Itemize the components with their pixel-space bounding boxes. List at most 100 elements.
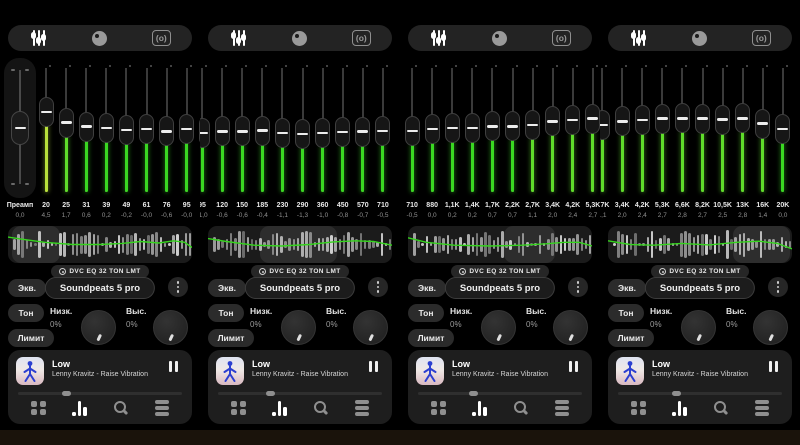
pause-button[interactable] [169, 361, 179, 372]
spectrum-seekbar[interactable] [208, 226, 392, 263]
output-device-selector[interactable]: Soundpeats 5 pro [445, 277, 555, 299]
equalizer-toggle-button[interactable]: Экв. [8, 279, 46, 297]
spectrum-seekbar[interactable] [408, 226, 592, 263]
eq-band-slider-710[interactable]: 710-0,5 [373, 56, 393, 226]
tab-volume-room[interactable]: (o) [331, 25, 392, 51]
overflow-menu-button[interactable] [168, 277, 188, 297]
band-slider-thumb[interactable] [315, 118, 330, 148]
limit-toggle-button[interactable]: Лимит [608, 329, 654, 347]
progress-bar[interactable] [418, 392, 582, 395]
album-art[interactable] [616, 357, 644, 385]
nav-queue-list-button[interactable] [751, 398, 773, 418]
pause-button[interactable] [769, 361, 779, 372]
eq-band-slider-450[interactable]: 450-0,8 [333, 56, 353, 226]
limit-toggle-button[interactable]: Лимит [8, 329, 54, 347]
nav-equalizer-button[interactable] [469, 398, 491, 418]
tone-toggle-button[interactable]: Тон [608, 304, 644, 322]
band-slider-thumb[interactable] [775, 114, 790, 144]
band-slider-thumb[interactable] [565, 105, 580, 135]
band-slider-thumb[interactable] [200, 118, 210, 148]
band-slider-thumb[interactable] [635, 105, 650, 135]
treble-knob[interactable] [753, 310, 788, 345]
treble-knob[interactable] [553, 310, 588, 345]
eq-band-slider-2,7K[interactable]: 2,7K1,1 [523, 56, 543, 226]
eq-band-slider-4,2K[interactable]: 4,2K2,4 [632, 56, 652, 226]
progress-thumb[interactable] [672, 391, 681, 396]
eq-band-slider-39[interactable]: 390,2 [96, 56, 116, 226]
nav-search-button[interactable] [510, 398, 532, 418]
bass-knob[interactable] [281, 310, 316, 345]
band-slider-thumb[interactable] [755, 109, 770, 139]
tab-tone[interactable] [269, 25, 330, 51]
progress-bar[interactable] [218, 392, 382, 395]
eq-band-slider-61[interactable]: 61-0,0 [136, 56, 156, 226]
nav-queue-list-button[interactable] [551, 398, 573, 418]
eq-band-slider-4,2K[interactable]: 4,2K2,4 [563, 56, 583, 226]
eq-band-slider-230[interactable]: 230-1,1 [272, 56, 292, 226]
tab-tone[interactable] [69, 25, 130, 51]
treble-knob[interactable] [353, 310, 388, 345]
band-slider-thumb[interactable] [545, 106, 560, 136]
eq-band-slider-8,2K[interactable]: 8,2K2,7 [692, 56, 712, 226]
nav-search-button[interactable] [710, 398, 732, 418]
band-slider-thumb[interactable] [255, 116, 270, 146]
band-slider-thumb[interactable] [485, 111, 500, 141]
output-device-selector[interactable]: Soundpeats 5 pro [45, 277, 155, 299]
band-slider-thumb[interactable] [99, 113, 114, 143]
band-slider-thumb[interactable] [39, 97, 54, 127]
band-slider-thumb[interactable] [425, 114, 440, 144]
nav-library-grid-button[interactable] [228, 398, 250, 418]
eq-band-slider-20[interactable]: 204,5 [36, 56, 56, 226]
preamp-thumb[interactable] [11, 111, 29, 145]
band-slider-thumb[interactable] [585, 104, 600, 134]
eq-band-slider-76[interactable]: 76-0,6 [157, 56, 177, 226]
band-slider-thumb[interactable] [525, 110, 540, 140]
band-slider-thumb[interactable] [695, 104, 710, 134]
overflow-menu-button[interactable] [768, 277, 788, 297]
eq-band-slider-880[interactable]: 8800,0 [422, 56, 442, 226]
nav-library-grid-button[interactable] [428, 398, 450, 418]
band-slider-thumb[interactable] [275, 118, 290, 148]
band-slider-thumb[interactable] [405, 116, 420, 146]
limit-toggle-button[interactable]: Лимит [408, 329, 454, 347]
output-device-selector[interactable]: Soundpeats 5 pro [645, 277, 755, 299]
nav-library-grid-button[interactable] [28, 398, 50, 418]
pause-button[interactable] [569, 361, 579, 372]
tab-equalizer[interactable] [608, 25, 669, 51]
eq-band-slider-49[interactable]: 49-0,2 [116, 56, 136, 226]
eq-band-slider-710[interactable]: 710-0,5 [402, 56, 422, 226]
equalizer-toggle-button[interactable]: Экв. [608, 279, 646, 297]
album-art[interactable] [16, 357, 44, 385]
nav-queue-list-button[interactable] [151, 398, 173, 418]
band-slider-thumb[interactable] [445, 113, 460, 143]
eq-band-slider-3,4K[interactable]: 3,4K2,0 [543, 56, 563, 226]
eq-band-slider-25[interactable]: 251,7 [56, 56, 76, 226]
preamp-slider[interactable] [4, 58, 36, 198]
eq-band-slider-360[interactable]: 360-1,0 [313, 56, 333, 226]
eq-band-slider-3,4K[interactable]: 3,4K2,0 [612, 56, 632, 226]
band-slider-thumb[interactable] [735, 103, 750, 133]
pause-button[interactable] [369, 361, 379, 372]
bass-knob[interactable] [81, 310, 116, 345]
band-slider-thumb[interactable] [179, 114, 194, 144]
tab-tone[interactable] [469, 25, 530, 51]
eq-band-slider-5,3K[interactable]: 5,3K2,7 [652, 56, 672, 226]
eq-band-slider-6,6K[interactable]: 6,6K2,8 [672, 56, 692, 226]
treble-knob[interactable] [153, 310, 188, 345]
eq-band-slider-1,4K[interactable]: 1,4K0,2 [462, 56, 482, 226]
overflow-menu-button[interactable] [368, 277, 388, 297]
album-art[interactable] [416, 357, 444, 385]
equalizer-toggle-button[interactable]: Экв. [208, 279, 246, 297]
eq-band-slider-20K[interactable]: 20K0,0 [773, 56, 793, 226]
progress-bar[interactable] [618, 392, 782, 395]
band-slider-thumb[interactable] [600, 110, 610, 140]
limit-toggle-button[interactable]: Лимит [208, 329, 254, 347]
eq-band-slider-95[interactable]: 95-0,0 [177, 56, 197, 226]
band-slider-thumb[interactable] [375, 116, 390, 146]
band-slider-thumb[interactable] [505, 111, 520, 141]
tone-toggle-button[interactable]: Тон [408, 304, 444, 322]
band-slider-thumb[interactable] [139, 114, 154, 144]
output-device-selector[interactable]: Soundpeats 5 pro [245, 277, 355, 299]
bass-knob[interactable] [681, 310, 716, 345]
eq-band-slider-31[interactable]: 310,6 [76, 56, 96, 226]
